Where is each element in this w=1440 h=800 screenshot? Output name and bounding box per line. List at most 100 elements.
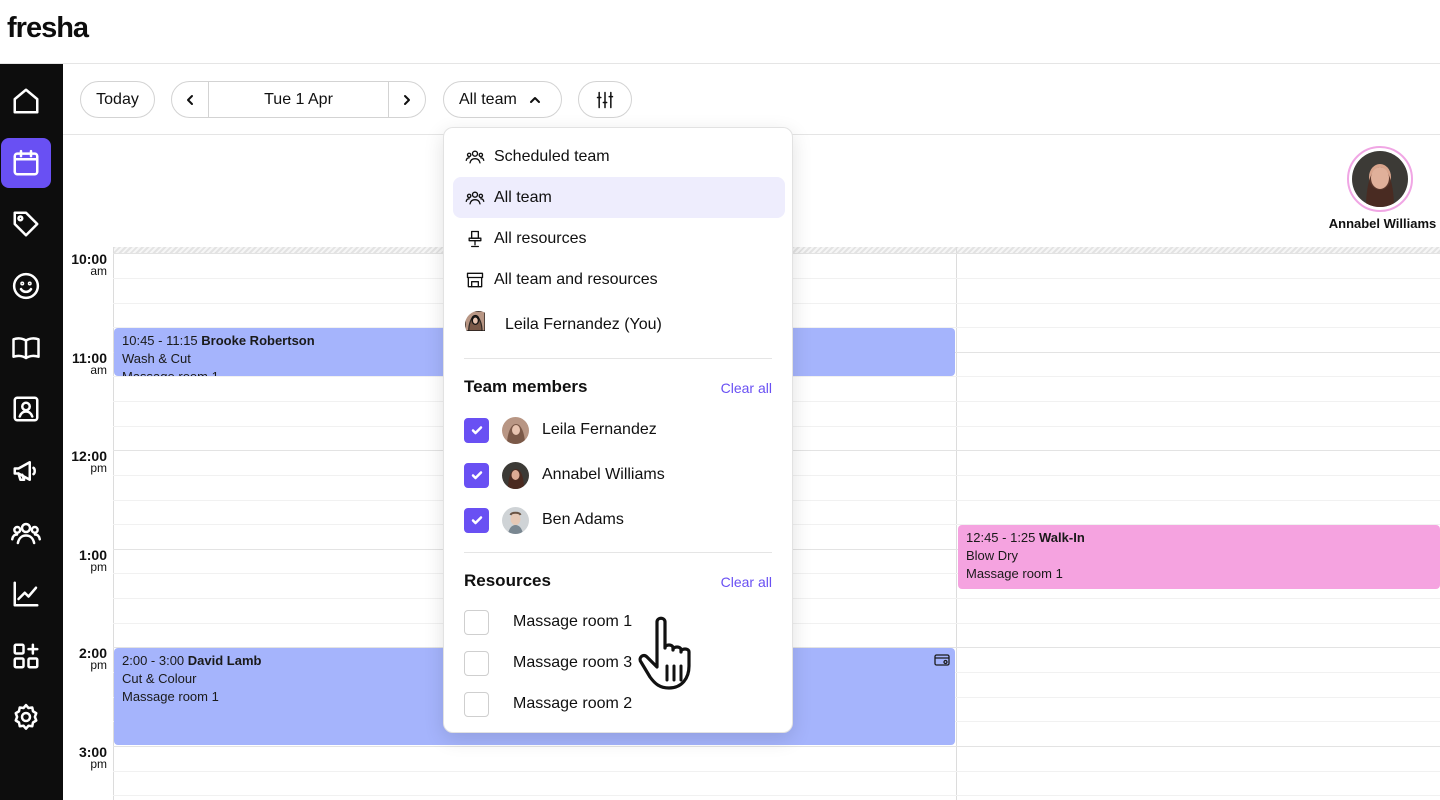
home-icon <box>13 88 39 114</box>
clear-all-team-members-link[interactable]: Clear all <box>721 380 772 396</box>
resource-row[interactable]: Massage room 1 <box>464 607 632 637</box>
avatar <box>502 416 529 444</box>
option-scheduled-team[interactable]: Scheduled team <box>453 136 785 177</box>
resource-checkbox[interactable] <box>464 650 489 676</box>
store-icon <box>466 272 484 287</box>
calendar-settings-button[interactable] <box>578 81 632 118</box>
sliders-icon <box>596 91 614 108</box>
sidebar <box>0 64 63 800</box>
check-icon <box>471 471 482 480</box>
time-label: 12:00 pm <box>71 448 107 475</box>
resource-row[interactable]: Massage room 2 <box>464 689 632 719</box>
team-member-name: Leila Fernandez <box>542 421 657 438</box>
appointment-room: Massage room 1 <box>966 566 1063 581</box>
resource-name: Massage room 1 <box>513 613 633 630</box>
check-icon <box>471 516 482 525</box>
team-member-name: Annabel Williams <box>542 466 665 483</box>
smiley-icon <box>12 272 40 300</box>
hand-cursor-icon <box>638 616 691 690</box>
option-label: Scheduled team <box>494 147 610 165</box>
team-filter-dropdown: Scheduled team All team All resources Al… <box>443 127 793 733</box>
option-all-team[interactable]: All team <box>453 177 785 218</box>
divider <box>464 552 772 553</box>
time-label: 1:00 pm <box>78 547 107 574</box>
avatar <box>502 506 529 534</box>
tag-icon <box>13 211 39 237</box>
sidebar-item-team[interactable] <box>1 508 51 558</box>
team-filter-button[interactable]: All team <box>443 81 562 118</box>
resources-heading: Resources <box>464 571 551 590</box>
time-label: 11:00 am <box>71 350 107 377</box>
time-label: 2:00 pm <box>78 645 107 672</box>
option-label: All resources <box>494 229 587 247</box>
sidebar-item-contacts[interactable] <box>1 384 51 434</box>
avatar <box>1352 151 1408 207</box>
option-label: All team and resources <box>494 270 658 288</box>
megaphone-icon <box>13 461 36 481</box>
appointment-time: 12:45 - 1:25 <box>966 530 1036 545</box>
team-members-heading: Team members <box>464 377 588 396</box>
team-member-name: Annabel Williams <box>1328 216 1437 231</box>
settings-icon <box>14 703 38 730</box>
top-bar: fresha <box>0 0 1440 64</box>
appointment-client: Walk-In <box>1039 530 1085 545</box>
time-label: 10:00 am <box>71 251 107 278</box>
appointment-card[interactable]: 12:45 - 1:25 Walk-In Blow Dry Massage ro… <box>958 525 1440 589</box>
people-icon <box>465 191 485 204</box>
calendar-icon <box>13 149 39 176</box>
option-only-you[interactable]: Leila Fernandez (You) <box>453 304 785 345</box>
chevron-right-icon <box>404 94 410 105</box>
team-member-checkbox[interactable] <box>464 507 489 533</box>
next-day-button[interactable] <box>389 82 425 117</box>
appointment-client: Brooke Robertson <box>201 333 315 348</box>
people-icon <box>465 150 485 163</box>
date-picker-button[interactable]: Tue 1 Apr <box>208 82 389 117</box>
team-member-checkbox[interactable] <box>464 462 489 488</box>
chevron-left-icon <box>187 94 193 105</box>
quarter-line <box>113 771 1440 772</box>
sidebar-item-settings[interactable] <box>1 692 51 742</box>
appointment-service: Blow Dry <box>966 548 1019 563</box>
option-label: Leila Fernandez (You) <box>505 315 662 333</box>
calendar-toolbar: Today Tue 1 Apr All team <box>63 64 1440 135</box>
chart-icon <box>13 581 39 607</box>
clear-all-resources-link[interactable]: Clear all <box>721 574 772 590</box>
check-icon <box>471 426 482 435</box>
appointment-time: 10:45 - 11:15 <box>122 333 198 348</box>
option-label: All team <box>494 188 552 206</box>
today-button[interactable]: Today <box>80 81 155 118</box>
sidebar-item-sales[interactable] <box>1 199 51 249</box>
option-all-team-and-resources[interactable]: All team and resources <box>453 259 785 300</box>
booked-online-icon <box>934 654 950 666</box>
team-member-column-header[interactable] <box>1347 146 1413 212</box>
team-filter-label: All team <box>459 90 517 108</box>
book-icon <box>12 337 40 360</box>
sidebar-item-reports[interactable] <box>1 569 51 619</box>
resource-name: Massage room 2 <box>513 695 633 712</box>
appointment-time: 2:00 - 3:00 <box>122 653 185 668</box>
fresha-logo[interactable]: fresha <box>7 12 89 45</box>
sidebar-item-calendar[interactable] <box>1 138 51 188</box>
resource-checkbox[interactable] <box>464 691 489 717</box>
team-member-row[interactable]: Leila Fernandez <box>464 415 657 445</box>
team-member-row[interactable]: Annabel Williams <box>464 460 665 490</box>
chair-icon <box>468 230 482 247</box>
team-member-row[interactable]: Ben Adams <box>464 505 624 535</box>
divider <box>464 358 772 359</box>
option-all-resources[interactable]: All resources <box>453 218 785 259</box>
hour-line <box>113 746 1440 747</box>
previous-day-button[interactable] <box>172 82 208 117</box>
sidebar-item-home[interactable] <box>1 76 51 126</box>
resource-checkbox[interactable] <box>464 609 489 635</box>
sidebar-item-clients[interactable] <box>1 261 51 311</box>
date-navigator: Tue 1 Apr <box>171 81 426 118</box>
sidebar-item-catalog[interactable] <box>1 323 51 373</box>
time-label: 3:00 pm <box>78 744 107 771</box>
contact-icon <box>13 396 39 422</box>
quarter-line <box>113 795 1440 796</box>
resource-row[interactable]: Massage room 3 <box>464 648 632 678</box>
add-ons-icon <box>13 643 39 669</box>
sidebar-item-marketing[interactable] <box>1 446 51 496</box>
sidebar-item-add-ons[interactable] <box>1 631 51 681</box>
team-member-checkbox[interactable] <box>464 417 489 443</box>
